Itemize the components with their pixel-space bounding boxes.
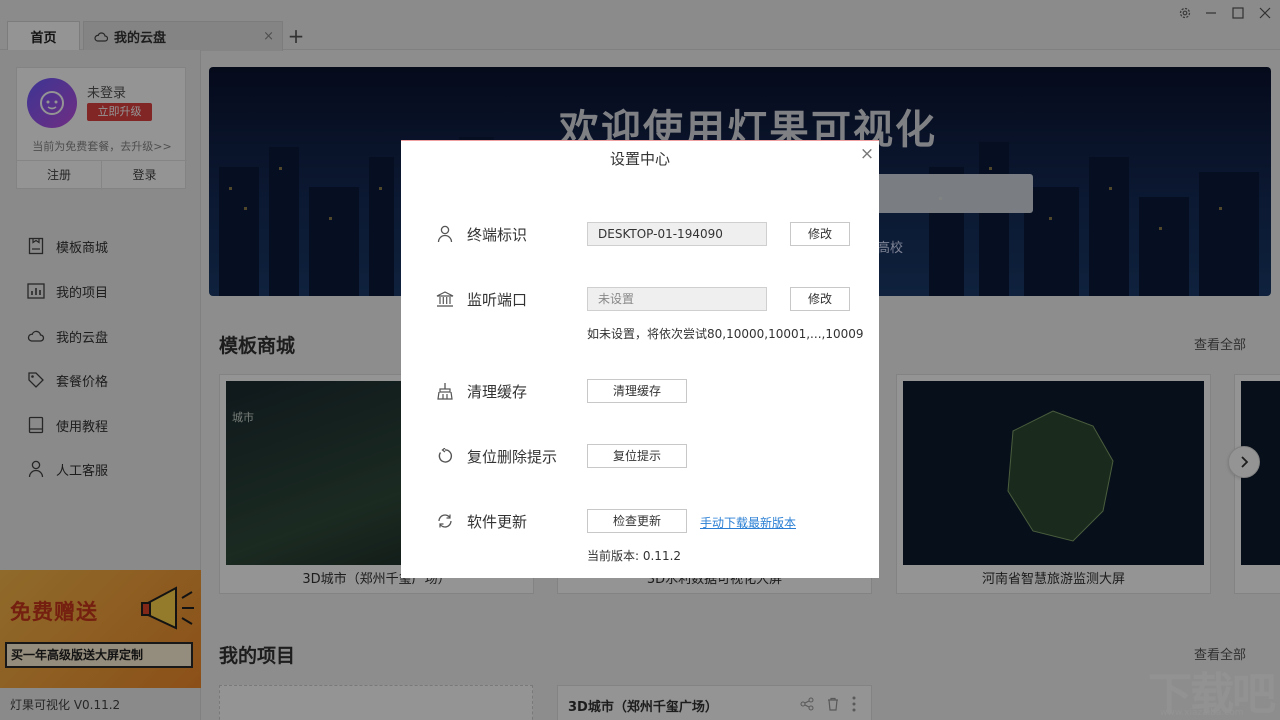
listen-port-field[interactable]: 未设置	[587, 287, 767, 311]
bank-icon	[435, 289, 455, 309]
listen-port-label: 监听端口	[467, 291, 528, 309]
current-version-label: 当前版本: 0.11.2	[587, 549, 682, 563]
terminal-id-field[interactable]: DESKTOP-01-194090	[587, 222, 767, 246]
settings-dialog: 设置中心 × 终端标识 DESKTOP-01-194090 修改 监听端口 未设…	[401, 140, 879, 578]
broom-icon	[435, 381, 455, 401]
edit-listen-port-button[interactable]: 修改	[790, 287, 850, 311]
clear-cache-button[interactable]: 清理缓存	[587, 379, 687, 403]
software-update-label: 软件更新	[467, 513, 528, 531]
reset-prompt-label: 复位删除提示	[467, 448, 558, 466]
reset-prompt-button[interactable]: 复位提示	[587, 444, 687, 468]
edit-terminal-id-button[interactable]: 修改	[790, 222, 850, 246]
dialog-close-button[interactable]: ×	[859, 144, 875, 164]
manual-download-link[interactable]: 手动下载最新版本	[700, 514, 796, 531]
user-icon	[435, 224, 455, 244]
listen-port-hint: 如未设置，将依次尝试80,10000,10001,...,10009	[587, 327, 864, 341]
check-update-button[interactable]: 检查更新	[587, 509, 687, 533]
dialog-title: 设置中心	[609, 150, 670, 168]
refresh-icon	[435, 511, 455, 531]
clear-cache-label: 清理缓存	[467, 383, 528, 401]
terminal-id-label: 终端标识	[467, 226, 528, 244]
reset-icon	[435, 446, 455, 466]
